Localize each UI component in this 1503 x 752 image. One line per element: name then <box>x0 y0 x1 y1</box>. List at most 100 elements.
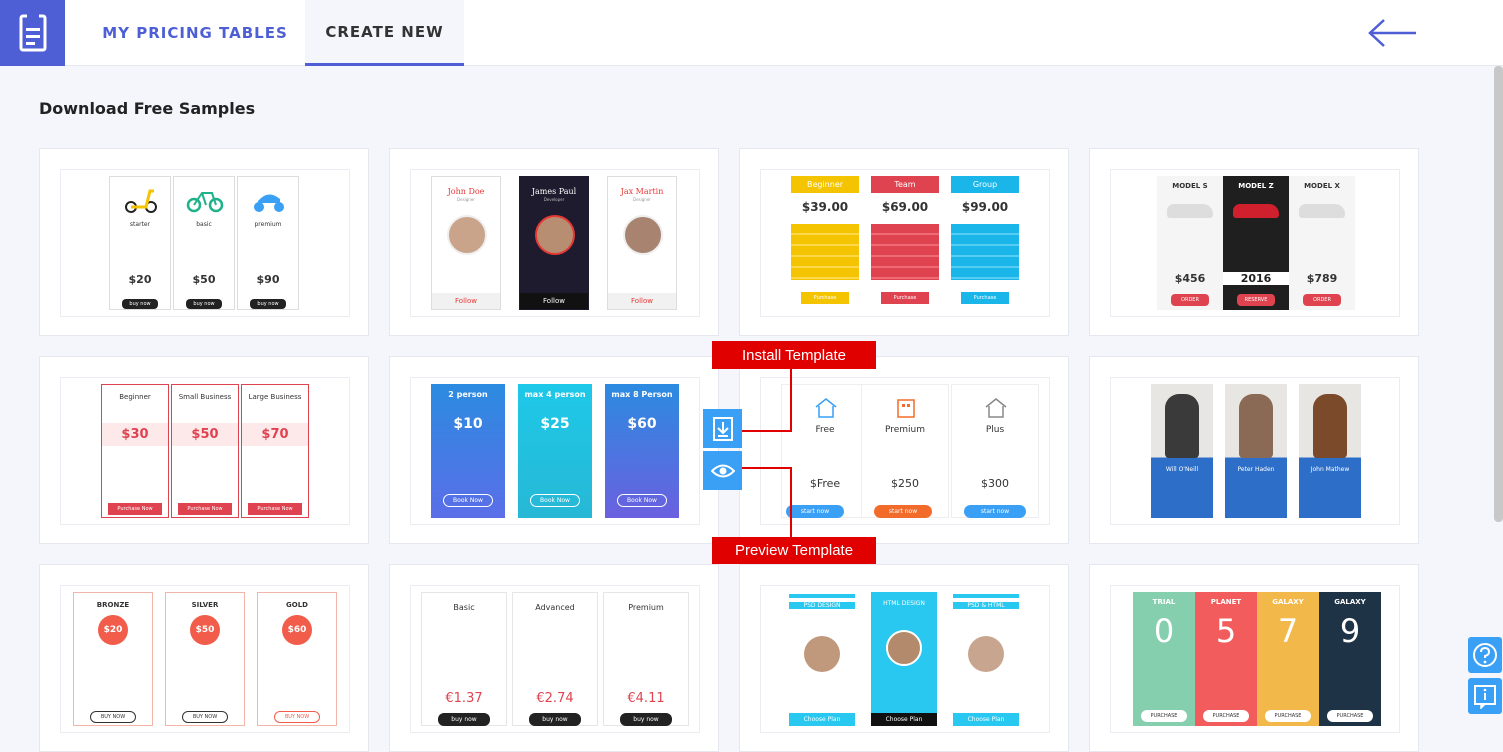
plan-cta-button[interactable]: buy now <box>122 299 158 309</box>
plan-column: John Mathew <box>1299 384 1361 518</box>
plan-name: Premium <box>884 425 926 435</box>
plan-cta-button[interactable]: buy now <box>620 713 672 726</box>
plan-cta-button[interactable]: ORDER <box>1303 294 1341 306</box>
plan-name: Beginner <box>791 176 859 193</box>
plan-name: Plus <box>985 425 1005 435</box>
plan-cta-button[interactable]: Purchase <box>961 292 1009 304</box>
plan-cta-button[interactable]: PURCHASE <box>1327 710 1373 722</box>
plan-cta-button[interactable]: Follow <box>432 293 500 309</box>
plan-column: MODEL X $789 ORDER <box>1289 176 1355 310</box>
plan-column: TRIAL 0 PURCHASE <box>1133 592 1195 726</box>
sample-card-1[interactable]: starter $20 buy now basic $50 buy now pr… <box>39 148 369 336</box>
plan-cta-button[interactable]: Choose Plan <box>789 713 855 726</box>
sample-card-8[interactable]: Will O'Neill Peter Haden John Mathew <box>1089 356 1419 544</box>
plan-cta-button[interactable]: start now <box>786 505 844 518</box>
app-logo[interactable] <box>0 0 65 66</box>
plan-cta-button[interactable]: PURCHASE <box>1141 710 1187 722</box>
plan-cta-button[interactable]: start now <box>964 505 1026 518</box>
plan-column: Jax Martin Designer Follow <box>607 176 677 310</box>
plan-name: John Mathew <box>1310 466 1350 473</box>
sample-card-10[interactable]: Basic €1.37 buy now Advanced €2.74 buy n… <box>389 564 719 752</box>
plan-cta-button[interactable]: ORDER <box>1171 294 1209 306</box>
plan-price: $20 <box>98 615 128 645</box>
sample-card-4[interactable]: MODEL S $456 ORDER MODEL Z 2016 RESERVE … <box>1089 148 1419 336</box>
plan-price: $20 <box>128 273 152 286</box>
plan-name: starter <box>129 221 151 228</box>
plan-name: HTML DESIGN <box>883 600 925 607</box>
plan-column: Large Business $70 Purchase Now <box>241 384 309 518</box>
plan-name: Basic <box>453 603 475 612</box>
plan-column: max 4 person $25 Book Now <box>518 384 592 518</box>
plan-name: MODEL Z <box>1238 182 1274 190</box>
plan-cta-button[interactable]: buy now <box>438 713 490 726</box>
plan-column: MODEL Z 2016 RESERVE <box>1223 176 1289 310</box>
plan-column: Will O'Neill <box>1151 384 1213 518</box>
plan-role: Designer <box>457 197 475 202</box>
plan-cta-button[interactable]: buy now <box>186 299 222 309</box>
plan-column: HTML DESIGN Choose Plan <box>871 592 937 726</box>
plan-cta-button[interactable]: Purchase Now <box>248 503 302 515</box>
sample-card-7[interactable]: Free $Free start now Premium $250 start … <box>739 356 1069 544</box>
moped-icon <box>254 194 284 212</box>
plan-cta-button[interactable]: Follow <box>520 293 588 309</box>
plan-cta-button[interactable]: buy now <box>250 299 286 309</box>
plan-name: MODEL S <box>1172 182 1208 190</box>
sample-card-12[interactable]: TRIAL 0 PURCHASE PLANET 5 PURCHASE GALAX… <box>1089 564 1419 752</box>
plan-cta-button[interactable]: BUY NOW <box>274 711 320 723</box>
plan-cta-button[interactable]: BUY NOW <box>90 711 136 723</box>
scrollbar-thumb[interactable] <box>1494 66 1503 522</box>
plan-cta-button[interactable]: Book Now <box>530 494 580 507</box>
plan-price: $50 <box>190 615 220 645</box>
plan-cta-button[interactable]: Choose Plan <box>953 713 1019 726</box>
plan-column: basic $50 buy now <box>173 176 235 310</box>
sample-card-2[interactable]: John Doe Designer Follow James Paul Deve… <box>389 148 719 336</box>
callout-connector <box>790 467 792 537</box>
plan-cta-button[interactable]: start now <box>874 505 932 518</box>
plan-cta-button[interactable]: PURCHASE <box>1265 710 1311 722</box>
plan-name: basic <box>196 221 212 228</box>
plan-name: Peter Haden <box>1237 466 1275 473</box>
plan-name: PLANET <box>1210 598 1242 606</box>
plan-column: PSD & HTML Choose Plan <box>953 594 1019 726</box>
person-photo <box>1239 394 1273 458</box>
template-thumbnail: 2 person $10 Book Now max 4 person $25 B… <box>410 377 700 525</box>
plan-cta-button[interactable]: Purchase Now <box>178 503 232 515</box>
avatar <box>886 630 922 666</box>
sample-card-5[interactable]: Beginner $30 Purchase Now Small Business… <box>39 356 369 544</box>
plan-column: 2 person $10 Book Now <box>431 384 505 518</box>
preview-template-button[interactable] <box>703 451 742 490</box>
plan-cta-button[interactable]: buy now <box>529 713 581 726</box>
plan-cta-button[interactable]: BUY NOW <box>182 711 228 723</box>
back-arrow-icon[interactable] <box>1366 16 1418 50</box>
plan-cta-button[interactable]: Purchase <box>801 292 849 304</box>
sample-card-3[interactable]: Beginner $39.00 Purchase Team $69.00 Pur… <box>739 148 1069 336</box>
plan-cta-button[interactable]: Book Now <box>617 494 667 507</box>
section-heading: Download Free Samples <box>39 99 256 118</box>
plan-name: James Paul <box>531 187 577 196</box>
info-button[interactable] <box>1468 678 1502 714</box>
plan-cta-button[interactable]: Purchase Now <box>108 503 162 515</box>
sample-card-9[interactable]: BRONZE $20 BUY NOW SILVER $50 BUY NOW GO… <box>39 564 369 752</box>
help-button[interactable] <box>1468 637 1502 673</box>
plan-cta-button[interactable]: PURCHASE <box>1203 710 1249 722</box>
plan-column: Basic €1.37 buy now <box>421 592 507 726</box>
car-icon <box>1233 204 1279 218</box>
plan-column: Beginner $39.00 Purchase <box>791 176 859 310</box>
car-icon <box>1167 204 1213 218</box>
plan-column: Team $69.00 Purchase <box>871 176 939 310</box>
sample-card-6[interactable]: 2 person $10 Book Now max 4 person $25 B… <box>389 356 719 544</box>
plan-cta-button[interactable]: Book Now <box>443 494 493 507</box>
plan-name: GALAXY <box>1334 598 1366 606</box>
plan-price: $50 <box>192 273 216 286</box>
tab-my-pricing-tables[interactable]: MY PRICING TABLES <box>86 0 304 66</box>
home-icon <box>985 398 1007 418</box>
install-template-button[interactable] <box>703 409 742 448</box>
plan-cta-button[interactable]: RESERVE <box>1237 294 1275 306</box>
plan-cta-button[interactable]: Purchase <box>881 292 929 304</box>
tab-create-new[interactable]: CREATE NEW <box>305 0 464 66</box>
plan-cta-button[interactable]: Choose Plan <box>871 713 937 726</box>
sample-card-11[interactable]: PSD DESIGN Choose Plan HTML DESIGN Choos… <box>739 564 1069 752</box>
bicycle-icon <box>186 192 224 213</box>
download-icon <box>712 416 733 441</box>
plan-cta-button[interactable]: Follow <box>608 293 676 309</box>
